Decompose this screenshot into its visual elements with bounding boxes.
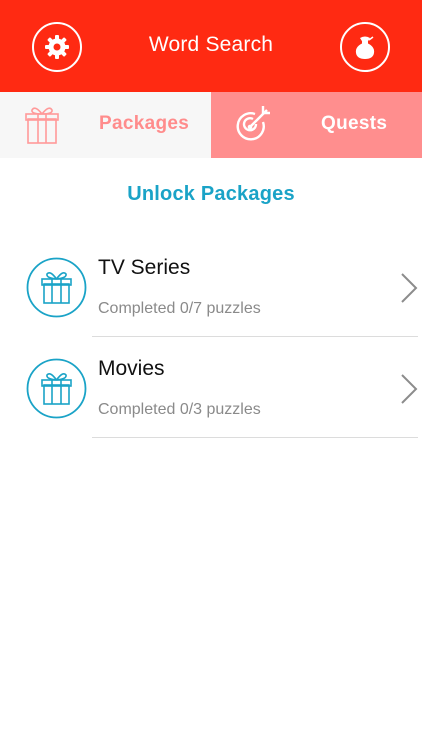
package-row-tv-series[interactable]: TV Series Completed 0/7 puzzles	[0, 236, 422, 337]
tab-bar: Packages Quests	[0, 92, 422, 158]
tab-quests-label: Quests	[321, 113, 388, 134]
coins-bag-button[interactable]	[340, 22, 390, 72]
gift-icon	[25, 107, 59, 144]
chevron-right-icon	[401, 273, 418, 303]
tab-packages[interactable]: Packages	[0, 92, 211, 158]
package-progress: Completed 0/3 puzzles	[98, 401, 261, 418]
package-title: TV Series	[98, 256, 191, 279]
section-title: Unlock Packages	[127, 183, 295, 205]
gift-icon	[26, 257, 87, 318]
package-row-movies[interactable]: Movies Completed 0/3 puzzles	[0, 337, 422, 438]
target-icon	[236, 106, 270, 141]
header-bar: Word Search	[0, 0, 422, 92]
row-divider	[92, 437, 418, 438]
tab-quests[interactable]: Quests	[211, 92, 422, 158]
package-title: Movies	[98, 357, 165, 380]
money-bag-icon	[355, 36, 375, 59]
gift-icon	[26, 358, 87, 419]
package-progress: Completed 0/7 puzzles	[98, 300, 261, 317]
chevron-right-icon	[401, 374, 418, 404]
tab-packages-label: Packages	[99, 113, 190, 134]
package-list: TV Series Completed 0/7 puzzles Movies C…	[0, 236, 422, 438]
